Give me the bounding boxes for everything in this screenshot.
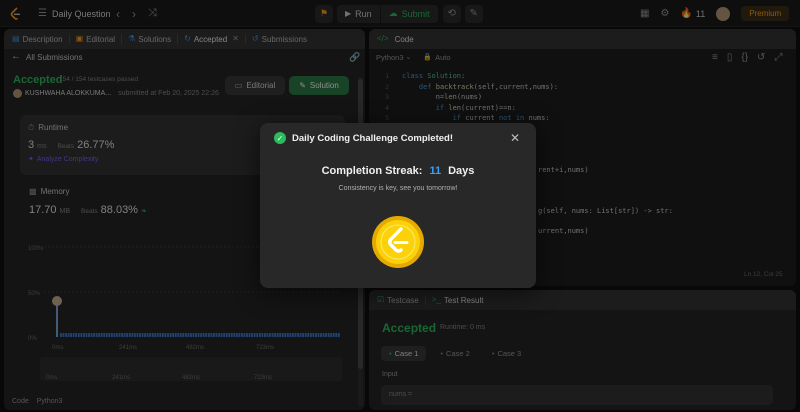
modal-header: Daily Coding Challenge Completed! (292, 132, 453, 144)
completion-streak: Completion Streak: 11 Days (321, 165, 475, 177)
modal-streak-count: 11 (429, 165, 442, 177)
daily-challenge-modal: ✓ Daily Coding Challenge Completed! ✕ Co… (260, 123, 536, 288)
leetcode-coin-icon (372, 216, 424, 268)
close-icon[interactable]: ✕ (510, 132, 520, 144)
check-circle-icon: ✓ (274, 132, 286, 144)
modal-subtitle: Consistency is key, see you tomorrow! (338, 185, 458, 192)
